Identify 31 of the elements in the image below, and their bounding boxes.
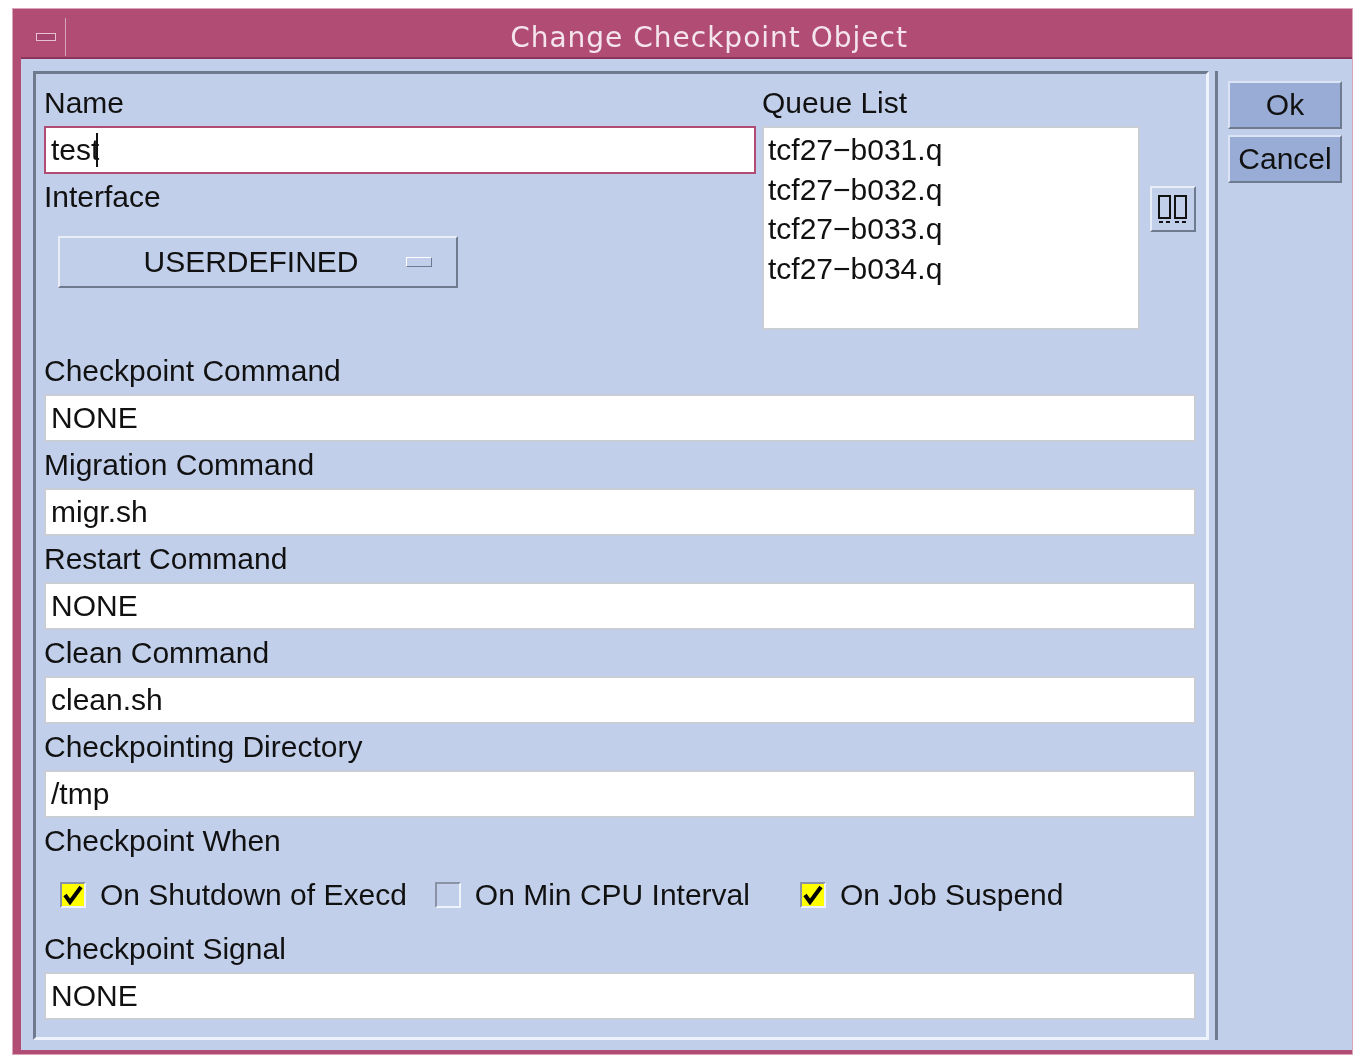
field-label: Checkpoint When xyxy=(44,823,282,859)
columns-icon[interactable] xyxy=(1150,186,1196,232)
list-item[interactable]: tcf27−b031.q xyxy=(768,130,1134,170)
text-field[interactable]: NONE xyxy=(44,972,1196,1020)
field-label: Checkpoint Command xyxy=(44,353,342,389)
text-field[interactable]: NONE xyxy=(44,394,1196,442)
checkbox[interactable] xyxy=(60,882,86,908)
interface-dropdown[interactable]: USERDEFINED xyxy=(58,236,458,288)
checkbox-label: On Job Suspend xyxy=(839,878,1064,912)
field-label: Checkpoint Signal xyxy=(44,931,287,967)
checkbox-label: On Min CPU Interval xyxy=(474,878,750,912)
list-item[interactable]: tcf27−b034.q xyxy=(768,248,1134,288)
text-field[interactable]: NONE xyxy=(44,582,1196,630)
field-label: Restart Command xyxy=(44,541,289,577)
field-label: Name xyxy=(44,85,126,121)
checkbox[interactable] xyxy=(799,882,826,908)
field-label: Clean Command xyxy=(44,635,271,671)
checkbox[interactable] xyxy=(434,882,461,908)
text-field[interactable]: clean.sh xyxy=(44,676,1196,724)
text-field[interactable]: migr.sh xyxy=(44,488,1196,536)
field-label: Interface xyxy=(44,179,162,215)
field-label: Checkpointing Directory xyxy=(44,729,364,765)
checkbox-label: On Shutdown of Execd xyxy=(100,878,407,912)
window-title: Change Checkpoint Object xyxy=(509,20,909,54)
dialog-button[interactable]: Cancel xyxy=(1228,135,1342,183)
list-item[interactable]: tcf27−b033.q xyxy=(768,209,1134,249)
list-item[interactable]: tcf27−b032.q xyxy=(768,169,1134,209)
text-field[interactable]: /tmp xyxy=(44,770,1196,818)
field-label: Migration Command xyxy=(44,447,316,483)
field-label: Queue List xyxy=(762,85,909,121)
dialog-button[interactable]: Ok xyxy=(1228,81,1342,129)
